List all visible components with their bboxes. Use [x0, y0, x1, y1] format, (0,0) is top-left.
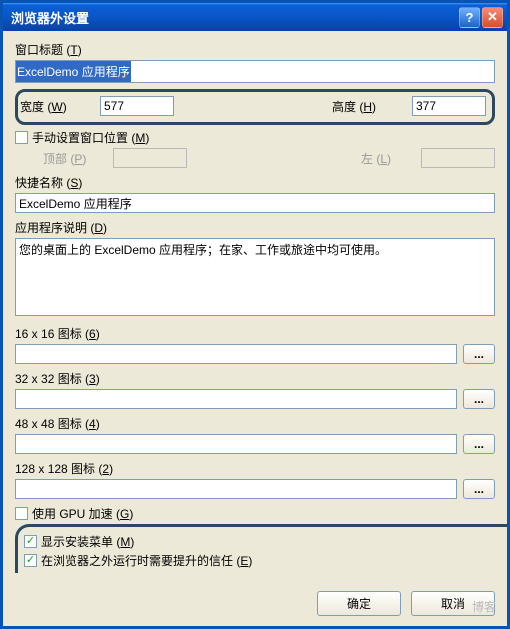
dialog-content: 窗口标题 (T) ExcelDemo 应用程序 宽度 (W) 高度 (H) 手动…: [3, 31, 507, 583]
icon48-input[interactable]: [15, 434, 457, 454]
icon16-input[interactable]: [15, 344, 457, 364]
height-label: 高度 (H): [332, 98, 406, 115]
dialog-window: 浏览器外设置 ? ✕ 窗口标题 (T) ExcelDemo 应用程序 宽度 (W…: [0, 0, 510, 629]
shortcut-name-input[interactable]: [15, 193, 495, 213]
help-button[interactable]: ?: [459, 7, 480, 28]
position-row: 顶部 (P) 左 (L): [15, 148, 495, 168]
top-input: [113, 148, 187, 168]
show-install-menu-label: 显示安装菜单 (M): [41, 533, 134, 550]
icon32-input[interactable]: [15, 389, 457, 409]
icon128-input[interactable]: [15, 479, 457, 499]
manual-position-checkbox[interactable]: [15, 131, 28, 144]
titlebar-title: 浏览器外设置: [11, 8, 457, 27]
window-title-label: 窗口标题 (T): [15, 41, 495, 58]
window-title-input[interactable]: ExcelDemo 应用程序: [15, 60, 495, 83]
titlebar: 浏览器外设置 ? ✕: [3, 3, 507, 31]
icon16-label: 16 x 16 图标 (6): [15, 325, 495, 342]
ok-button[interactable]: 确定: [317, 591, 401, 616]
shortcut-name-label: 快捷名称 (S): [15, 174, 495, 191]
icon32-label: 32 x 32 图标 (3): [15, 370, 495, 387]
icon16-browse-button[interactable]: ...: [463, 344, 495, 364]
show-install-menu-checkbox[interactable]: ✓: [24, 535, 37, 548]
height-input[interactable]: [412, 96, 486, 116]
gpu-accel-checkbox[interactable]: [15, 507, 28, 520]
icon32-browse-button[interactable]: ...: [463, 389, 495, 409]
icon128-label: 128 x 128 图标 (2): [15, 460, 495, 477]
left-label: 左 (L): [361, 150, 415, 167]
app-description-input[interactable]: [15, 238, 495, 316]
width-input[interactable]: [100, 96, 174, 116]
top-label: 顶部 (P): [43, 150, 107, 167]
icon48-browse-button[interactable]: ...: [463, 434, 495, 454]
manual-position-label: 手动设置窗口位置 (M): [32, 129, 149, 146]
icon128-browse-button[interactable]: ...: [463, 479, 495, 499]
gpu-accel-label: 使用 GPU 加速 (G): [32, 505, 133, 522]
button-bar: 确定 取消: [3, 583, 507, 626]
emphasized-group: ✓ 显示安装菜单 (M) ✓ 在浏览器之外运行时需要提升的信任 (E): [15, 524, 507, 573]
cancel-button[interactable]: 取消: [411, 591, 495, 616]
elevated-trust-checkbox[interactable]: ✓: [24, 554, 37, 567]
left-input: [421, 148, 495, 168]
app-description-label: 应用程序说明 (D): [15, 219, 495, 236]
elevated-trust-label: 在浏览器之外运行时需要提升的信任 (E): [41, 552, 252, 569]
width-label: 宽度 (W): [20, 98, 94, 115]
icon48-label: 48 x 48 图标 (4): [15, 415, 495, 432]
size-group: 宽度 (W) 高度 (H): [15, 89, 495, 125]
close-button[interactable]: ✕: [482, 7, 503, 28]
